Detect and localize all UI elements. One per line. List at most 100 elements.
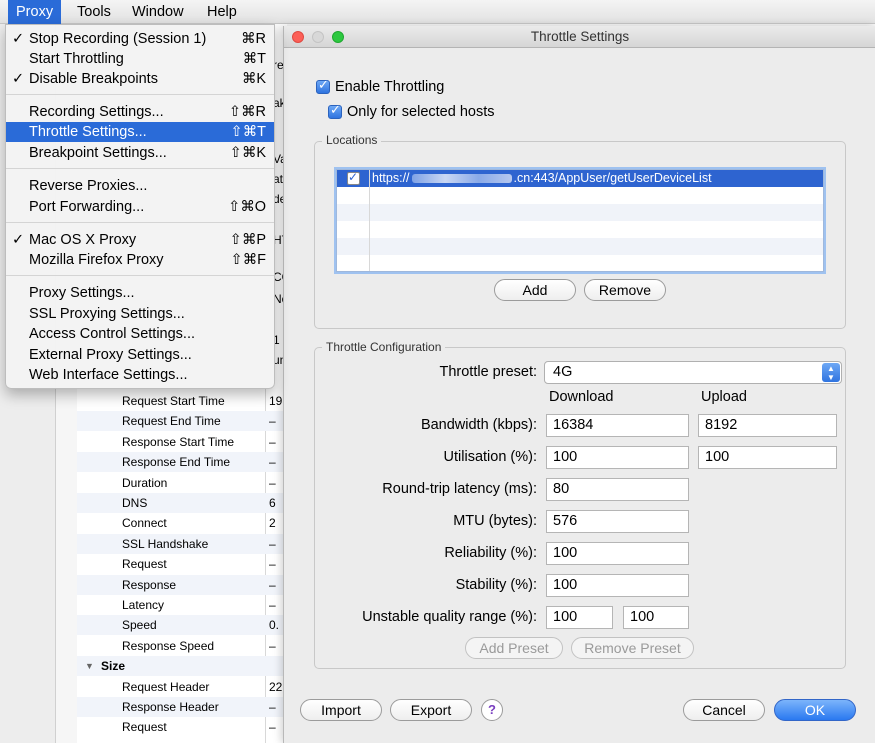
menu-item-port-forwarding[interactable]: Port Forwarding... ⇧⌘O [6, 197, 274, 217]
menu-item-label: Breakpoint Settings... [29, 145, 167, 161]
menu-item-disable-breakpoints[interactable]: ✓ Disable Breakpoints ⌘K [6, 69, 274, 89]
proxy-menu: ✓ Stop Recording (Session 1) ⌘R Start Throt… [5, 24, 275, 389]
help-button[interactable]: ? [481, 699, 503, 721]
menu-item-label: External Proxy Settings... [29, 347, 192, 363]
tree-row-label: Connect [122, 516, 167, 531]
bandwidth-upload-field[interactable]: 8192 [698, 414, 837, 437]
stability-label: Stability (%): [455, 577, 537, 593]
bandwidth-download-field[interactable]: 16384 [546, 414, 689, 437]
disclosure-triangle-icon[interactable]: ▼ [85, 656, 94, 676]
menu-item-label: Start Throttling [29, 51, 124, 67]
add-preset-button[interactable]: Add Preset [465, 637, 563, 659]
empty-row [337, 255, 823, 272]
only-selected-hosts-checkbox[interactable] [328, 103, 342, 119]
window-title: Throttle Settings [530, 29, 630, 44]
unstable-range-min-field[interactable]: 100 [546, 606, 613, 629]
location-enabled-checkbox[interactable] [347, 170, 360, 185]
menu-bar: Proxy Tools Window Help [0, 0, 875, 24]
tree-row-label: Latency [122, 598, 165, 612]
tree-row[interactable]: Duration – [77, 473, 287, 493]
menu-proxy[interactable]: Proxy [8, 0, 62, 24]
menu-item-label: Port Forwarding... [29, 199, 145, 215]
menu-tools[interactable]: Tools [69, 0, 119, 24]
empty-row [337, 221, 823, 238]
menu-item-external-proxy-settings[interactable]: External Proxy Settings... [6, 345, 274, 365]
mtu-field[interactable]: 576 [546, 510, 689, 533]
menu-item-throttle-settings[interactable]: Throttle Settings... ⇧⌘T [6, 122, 274, 142]
tree-row[interactable]: Request End Time – [77, 411, 287, 432]
locations-list[interactable]: https:// .cn:443/AppUser/getUserDeviceLis… [336, 169, 824, 272]
tree-row[interactable]: Response End Time – [77, 452, 287, 473]
remove-location-button[interactable]: Remove [584, 279, 666, 301]
menu-window[interactable]: Window [124, 0, 192, 24]
tree-row[interactable]: Response Start Time – [77, 432, 287, 452]
tree-row[interactable]: SSL Handshake – [77, 533, 287, 554]
menu-item-label: Disable Breakpoints [29, 71, 158, 87]
checkmark-icon: ✓ [12, 71, 25, 87]
cancel-button[interactable]: Cancel [683, 699, 765, 721]
reliability-label: Reliability (%): [444, 545, 537, 561]
tree-row[interactable]: DNS 6 [77, 493, 287, 513]
shortcut-label: ⌘K [241, 71, 266, 87]
menu-help[interactable]: Help [199, 0, 245, 24]
tree-row-label: Response End Time [122, 455, 231, 470]
tree-row[interactable]: Response – [77, 574, 287, 595]
menu-item-ssl-proxying-settings[interactable]: SSL Proxying Settings... [6, 304, 274, 324]
tree-row-label: Request [122, 720, 167, 735]
reliability-field[interactable]: 100 [546, 542, 689, 565]
location-url: https:// .cn:443/AppUser/getUserDeviceLis… [372, 170, 712, 187]
enable-throttling-checkbox[interactable] [316, 78, 330, 94]
unstable-range-max-field[interactable]: 100 [623, 606, 689, 629]
upload-header: Upload [701, 389, 747, 405]
menu-item-label: Throttle Settings... [29, 124, 147, 140]
shortcut-label: ⌘R [241, 31, 266, 47]
mtu-label: MTU (bytes): [453, 513, 537, 529]
tree-row[interactable]: Request Header 22 [77, 677, 287, 697]
menu-item-reverse-proxies[interactable]: Reverse Proxies... [6, 176, 274, 196]
tree-group-row[interactable]: ▼ Size [77, 656, 287, 677]
menu-item-recording-settings[interactable]: Recording Settings... ⇧⌘R [6, 102, 274, 122]
ok-button[interactable]: OK [774, 699, 856, 721]
menu-item-proxy-settings[interactable]: Proxy Settings... [6, 283, 274, 303]
menu-item-stop-recording[interactable]: ✓ Stop Recording (Session 1) ⌘R [6, 29, 274, 49]
tree-row-label: DNS [122, 496, 148, 510]
menu-item-label: Web Interface Settings... [29, 367, 188, 383]
location-url-suffix: .cn:443/AppUser/getUserDeviceList [513, 171, 712, 185]
menu-separator [6, 168, 274, 169]
stability-field[interactable]: 100 [546, 574, 689, 597]
menu-item-breakpoint-settings[interactable]: Breakpoint Settings... ⇧⌘K [6, 143, 274, 163]
remove-preset-button[interactable]: Remove Preset [571, 637, 694, 659]
tree-row[interactable]: Request Start Time 19 [77, 391, 287, 411]
throttle-preset-label: Throttle preset: [439, 364, 537, 380]
menu-item-mozilla-firefox-proxy[interactable]: Mozilla Firefox Proxy ⇧⌘F [6, 250, 274, 270]
utilisation-download-field[interactable]: 100 [546, 446, 689, 469]
utilisation-upload-field[interactable]: 100 [698, 446, 837, 469]
shortcut-label: ⇧⌘O [228, 199, 266, 215]
throttle-preset-select[interactable]: 4G ▲ ▼ [544, 361, 842, 384]
round-trip-latency-field[interactable]: 80 [546, 478, 689, 501]
unstable-quality-range-label: Unstable quality range (%): [362, 609, 537, 625]
export-button[interactable]: Export [390, 699, 472, 721]
menu-item-label: Stop Recording (Session 1) [29, 31, 207, 47]
round-trip-latency-label: Round-trip latency (ms): [382, 481, 537, 497]
tree-row[interactable]: Response Speed – [77, 636, 287, 656]
menu-item-label: Mac OS X Proxy [29, 232, 137, 248]
menu-item-start-throttling[interactable]: Start Throttling ⌘T [6, 49, 274, 69]
tree-row-label: Request [122, 557, 167, 572]
menu-item-access-control-settings[interactable]: Access Control Settings... [6, 324, 274, 344]
empty-row [337, 187, 823, 204]
tree-row[interactable]: Connect 2 [77, 513, 287, 533]
tree-row[interactable]: Request – [77, 554, 287, 574]
shortcut-label: ⇧⌘P [229, 232, 266, 248]
location-row[interactable]: https:// .cn:443/AppUser/getUserDeviceLis… [337, 170, 823, 187]
import-button[interactable]: Import [300, 699, 382, 721]
tree-row[interactable]: Latency – [77, 595, 287, 615]
menu-separator [6, 222, 274, 223]
tree-row[interactable]: Response Header – [77, 697, 287, 717]
add-location-button[interactable]: Add [494, 279, 576, 301]
menu-item-mac-os-x-proxy[interactable]: ✓ Mac OS X Proxy ⇧⌘P [6, 230, 274, 250]
tree-row-label: Duration [122, 475, 168, 490]
tree-row[interactable]: Request – [77, 717, 287, 737]
menu-item-web-interface-settings[interactable]: Web Interface Settings... [6, 365, 274, 385]
tree-row[interactable]: Speed 0. [77, 615, 287, 636]
